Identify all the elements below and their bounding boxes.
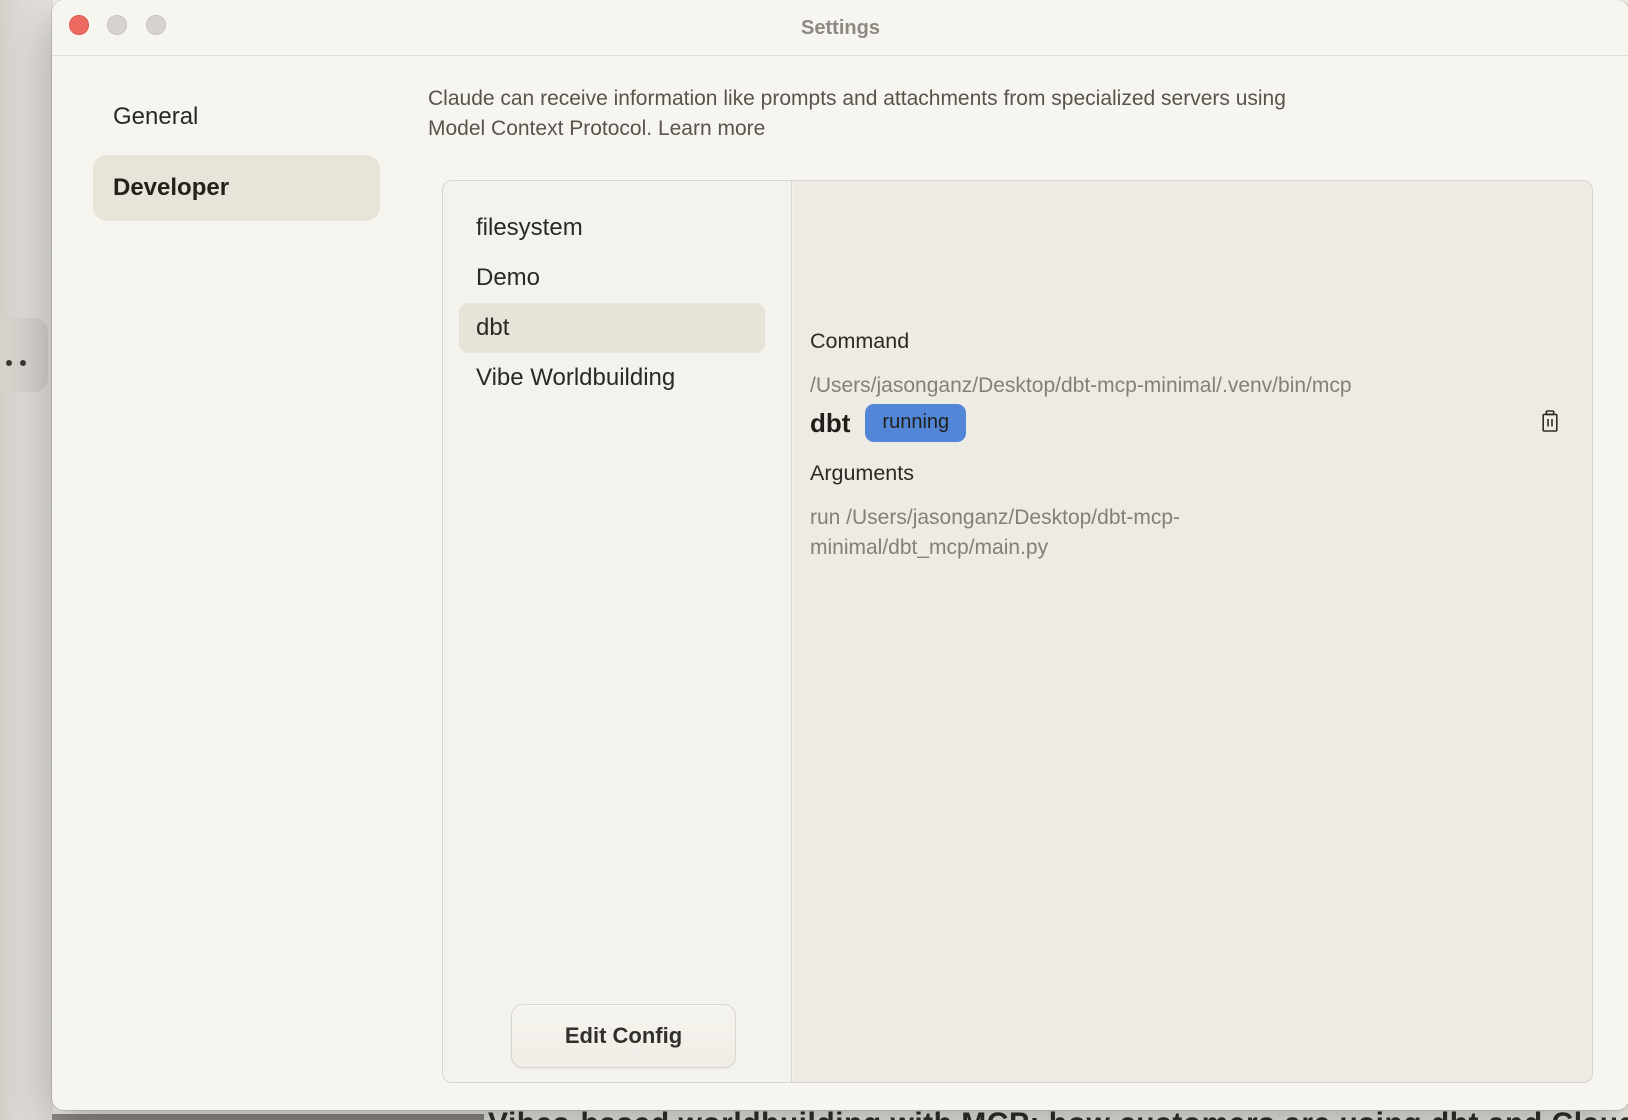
mcp-servers-panel: filesystem Demo dbt Vibe Worldbuilding E… xyxy=(442,180,1593,1083)
command-label: Command xyxy=(810,329,1552,354)
learn-more-link[interactable]: Learn more xyxy=(658,117,765,140)
server-item-vibe-worldbuilding[interactable]: Vibe Worldbuilding xyxy=(459,353,765,403)
sidebar-item-general[interactable]: General xyxy=(93,84,380,150)
titlebar[interactable]: Settings xyxy=(52,0,1628,56)
description: Claude can receive information like prom… xyxy=(428,84,1508,144)
trash-icon xyxy=(1540,410,1560,436)
delete-server-button[interactable] xyxy=(1538,410,1562,436)
status-badge: running xyxy=(865,404,966,442)
server-name: dbt xyxy=(810,408,850,439)
description-line2: Model Context Protocol. xyxy=(428,117,652,140)
server-list: filesystem Demo dbt Vibe Worldbuilding E… xyxy=(443,181,792,1082)
server-detail: dbt running Com xyxy=(793,181,1592,1082)
command-value: /Users/jasonganz/Desktop/dbt-mcp-minimal… xyxy=(810,371,1552,401)
screen: Vibes-based worldbuilding with MCP: how … xyxy=(0,0,1628,1120)
edit-config-button[interactable]: Edit Config xyxy=(511,1004,736,1068)
background-window-edge xyxy=(0,0,53,1120)
server-item-demo[interactable]: Demo xyxy=(459,253,765,303)
settings-window: Settings General Developer Claude can re… xyxy=(52,0,1628,1110)
ellipsis-icon xyxy=(6,360,12,366)
window-title: Settings xyxy=(52,0,1628,56)
background-sidebar-toggle[interactable] xyxy=(0,318,48,392)
server-item-filesystem[interactable]: filesystem xyxy=(459,203,765,253)
background-divider xyxy=(52,1114,484,1120)
arguments-label: Arguments xyxy=(810,461,1310,486)
arguments-field: Arguments run /Users/jasonganz/Desktop/d… xyxy=(810,461,1310,563)
description-line1: Claude can receive information like prom… xyxy=(428,87,1286,110)
server-item-dbt[interactable]: dbt xyxy=(459,303,765,353)
command-field: Command /Users/jasonganz/Desktop/dbt-mcp… xyxy=(810,329,1552,401)
arguments-value: run /Users/jasonganz/Desktop/dbt-mcp-min… xyxy=(810,503,1310,563)
server-detail-header: dbt running xyxy=(810,401,1562,445)
ellipsis-icon xyxy=(20,360,26,366)
sidebar-item-developer[interactable]: Developer xyxy=(93,155,380,221)
